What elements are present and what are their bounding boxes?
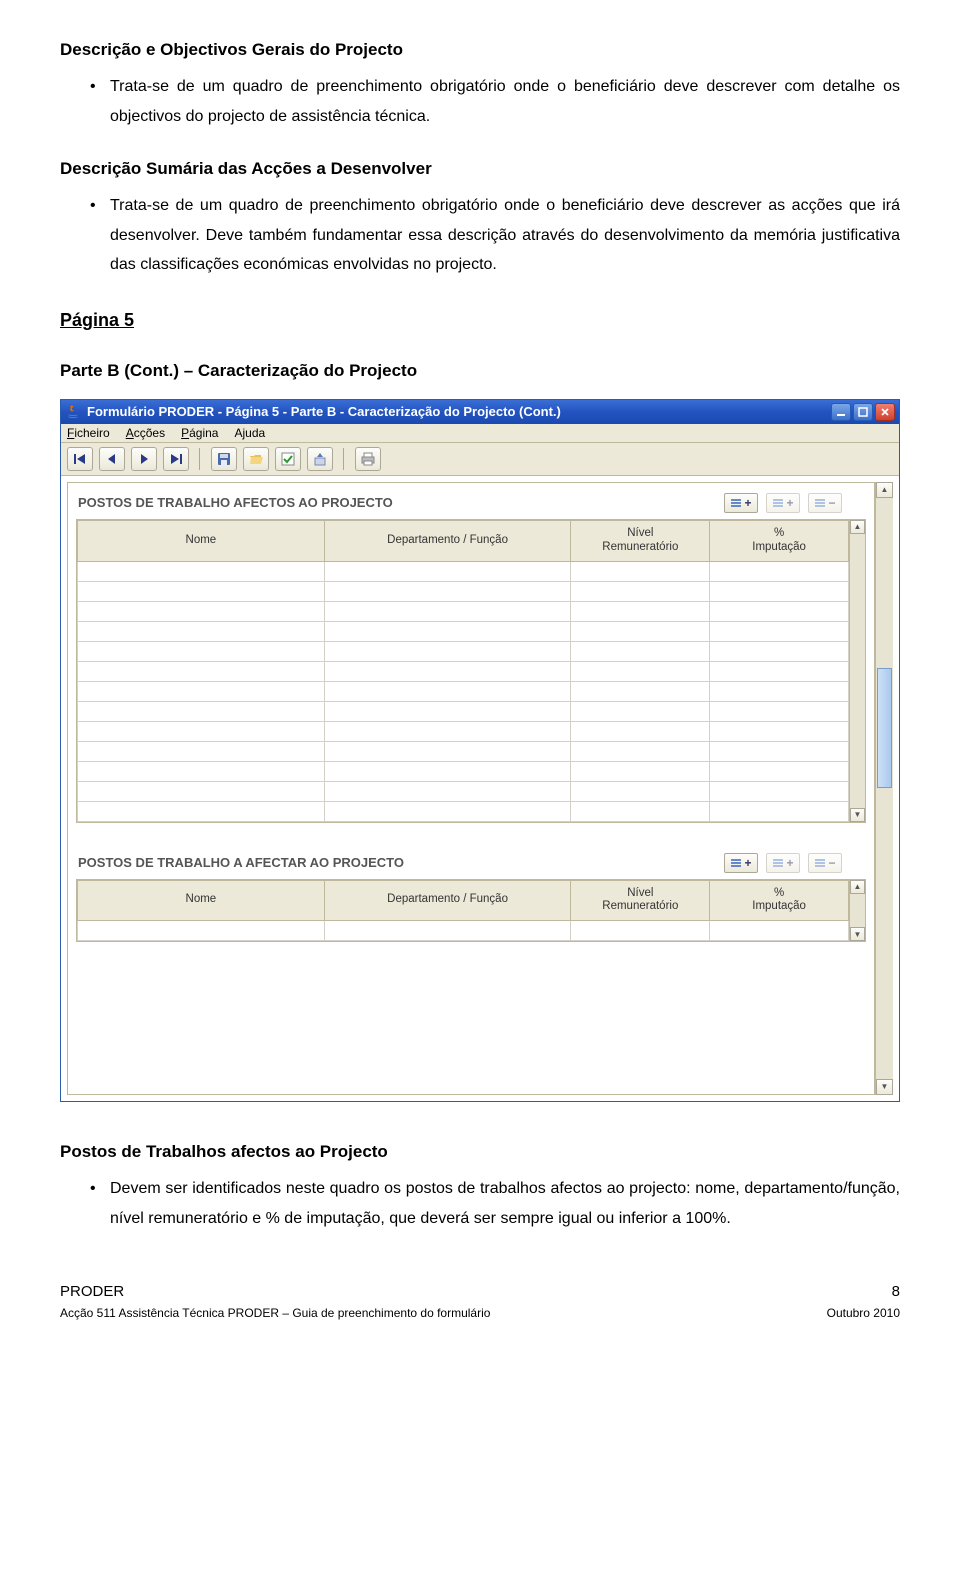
table-row[interactable]	[78, 921, 849, 941]
panel2-insert-row-button[interactable]: +	[766, 853, 800, 873]
table-row[interactable]	[78, 741, 849, 761]
java-icon	[65, 404, 81, 420]
nav-next-button[interactable]	[131, 447, 157, 471]
print-button[interactable]	[355, 447, 381, 471]
nav-prev-button[interactable]	[99, 447, 125, 471]
panel1-add-row-button[interactable]: +	[724, 493, 758, 513]
panel2-scrollbar[interactable]: ▲ ▼	[849, 880, 865, 942]
table-row[interactable]	[78, 681, 849, 701]
bullet-text-1: Trata-se de um quadro de preenchimento o…	[90, 72, 900, 131]
col-dep: Departamento / Função	[324, 520, 571, 561]
col-nivel: NívelRemuneratório	[571, 520, 710, 561]
scroll-up-icon[interactable]: ▲	[850, 880, 865, 894]
window-scrollbar[interactable]: ▲ ▼	[875, 482, 893, 1095]
page-heading: Página 5	[60, 310, 900, 331]
validate-button[interactable]	[275, 447, 301, 471]
scroll-down-icon[interactable]: ▼	[850, 927, 865, 941]
menu-ajuda[interactable]: Ajuda	[234, 426, 265, 440]
toolbar-separator	[343, 448, 345, 470]
panel1-remove-row-button[interactable]: −	[808, 493, 842, 513]
table-row[interactable]	[78, 641, 849, 661]
table-row[interactable]	[78, 721, 849, 741]
close-button[interactable]	[875, 403, 895, 421]
toolbar-separator	[199, 448, 201, 470]
titlebar-text: Formulário PRODER - Página 5 - Parte B -…	[87, 404, 831, 419]
table-row[interactable]	[78, 601, 849, 621]
section-heading-2: Descrição Sumária das Acções a Desenvolv…	[60, 159, 900, 179]
menu-accoes[interactable]: Acções	[126, 426, 165, 440]
panel1-scrollbar[interactable]: ▲ ▼	[849, 520, 865, 822]
bullet-text-2: Trata-se de um quadro de preenchimento o…	[90, 191, 900, 280]
panel2-remove-row-button[interactable]: −	[808, 853, 842, 873]
menu-ficheiro[interactable]: Ficheiro	[67, 426, 110, 440]
export-button[interactable]	[307, 447, 333, 471]
app-window: Formulário PRODER - Página 5 - Parte B -…	[60, 399, 900, 1102]
menu-pagina[interactable]: Página	[181, 426, 218, 440]
toolbar	[61, 443, 899, 476]
col-nome: Nome	[78, 880, 325, 921]
menubar: Ficheiro Acções Página Ajuda	[61, 424, 899, 443]
col-pct: %Imputação	[710, 520, 849, 561]
footer-line: Acção 511 Assistência Técnica PRODER – G…	[60, 1306, 900, 1320]
col-nome: Nome	[78, 520, 325, 561]
table-row[interactable]	[78, 581, 849, 601]
scroll-down-icon[interactable]: ▼	[850, 808, 865, 822]
table-row[interactable]	[78, 561, 849, 581]
footer-left: PRODER	[60, 1283, 124, 1300]
table-row[interactable]	[78, 701, 849, 721]
col-dep: Departamento / Função	[324, 880, 571, 921]
footer-page-number: 8	[892, 1283, 900, 1300]
page-footer: PRODER 8	[60, 1283, 900, 1300]
titlebar: Formulário PRODER - Página 5 - Parte B -…	[61, 400, 899, 424]
save-button[interactable]	[211, 447, 237, 471]
minimize-button[interactable]	[831, 403, 851, 421]
open-button[interactable]	[243, 447, 269, 471]
panel1-table: Nome Departamento / Função NívelRemunera…	[76, 519, 866, 823]
panel1-label: POSTOS DE TRABALHO AFECTOS AO PROJECTO	[78, 495, 393, 510]
scroll-thumb[interactable]	[877, 668, 892, 788]
panel2-table: Nome Departamento / Função NívelRemunera…	[76, 879, 866, 943]
scroll-up-icon[interactable]: ▲	[876, 482, 893, 498]
scroll-up-icon[interactable]: ▲	[850, 520, 865, 534]
maximize-button[interactable]	[853, 403, 873, 421]
col-pct: %Imputação	[710, 880, 849, 921]
panel1-insert-row-button[interactable]: +	[766, 493, 800, 513]
scroll-down-icon[interactable]: ▼	[876, 1079, 893, 1095]
col-nivel: NívelRemuneratório	[571, 880, 710, 921]
panel2-add-row-button[interactable]: +	[724, 853, 758, 873]
subheading: Parte B (Cont.) – Caracterização do Proj…	[60, 361, 900, 381]
section-heading-3: Postos de Trabalhos afectos ao Projecto	[60, 1142, 900, 1162]
section-heading-1: Descrição e Objectivos Gerais do Project…	[60, 40, 900, 60]
table-row[interactable]	[78, 621, 849, 641]
table-row[interactable]	[78, 661, 849, 681]
table-row[interactable]	[78, 781, 849, 801]
table-row[interactable]	[78, 801, 849, 821]
panel2-label: POSTOS DE TRABALHO A AFECTAR AO PROJECTO	[78, 855, 404, 870]
nav-last-button[interactable]	[163, 447, 189, 471]
table-row[interactable]	[78, 761, 849, 781]
bullet-text-3: Devem ser identificados neste quadro os …	[90, 1174, 900, 1233]
nav-first-button[interactable]	[67, 447, 93, 471]
